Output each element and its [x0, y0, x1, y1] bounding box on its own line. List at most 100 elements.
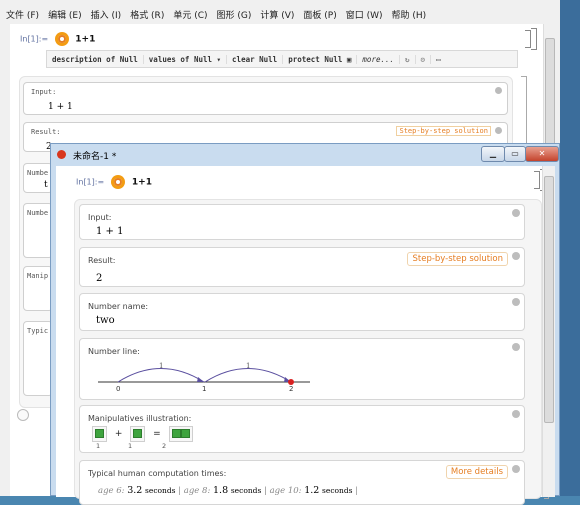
- protect-label: protect Null: [288, 54, 343, 64]
- manipulatives-pod: Manipulatives illustration: + = 1 1 2: [79, 405, 525, 453]
- more-button[interactable]: more...: [357, 54, 401, 64]
- input-expression: 1+1: [131, 177, 152, 188]
- menu-window[interactable]: 窗口 (W): [346, 8, 383, 21]
- menu-insert[interactable]: 插入 (I): [91, 8, 122, 21]
- green-block: [180, 429, 190, 438]
- add-cell-icon[interactable]: [17, 409, 29, 421]
- arc-label: 1: [159, 362, 163, 370]
- count-label: 1: [128, 442, 133, 450]
- menu-palettes[interactable]: 面板 (P): [303, 8, 336, 21]
- pod-options-icon[interactable]: [495, 127, 502, 134]
- pod-value: two: [96, 315, 115, 326]
- cell-bracket[interactable]: [531, 28, 537, 50]
- close-button[interactable]: ✕: [525, 146, 559, 162]
- time-unit: seconds: [230, 486, 262, 495]
- pod-title: Number name:: [88, 302, 149, 311]
- minimize-button[interactable]: ▁: [481, 146, 505, 162]
- pod-options-icon[interactable]: [512, 209, 520, 217]
- pod-value: 1 + 1: [96, 226, 124, 237]
- arc-label: 1: [246, 362, 250, 370]
- arc-0-to-1: [117, 368, 205, 383]
- pod-title: Manip: [27, 272, 49, 280]
- menu-evaluation[interactable]: 计算 (V): [260, 8, 294, 21]
- age-label: age 6:: [98, 486, 125, 496]
- pod-options-icon[interactable]: [512, 298, 520, 306]
- age-label: age 8:: [183, 486, 211, 496]
- menu-bar: 文件 (F) 编辑 (E) 插入 (I) 格式 (R) 单元 (C) 图形 (G…: [0, 6, 560, 22]
- pod-title: Result:: [88, 256, 116, 265]
- pod-title: Number line:: [88, 347, 140, 356]
- green-block: [133, 429, 143, 438]
- number-line-pod: Number line: 1 1 0 1 2: [79, 338, 525, 400]
- menu-graphics[interactable]: 图形 (G): [217, 8, 252, 21]
- scroll-thumb[interactable]: [544, 176, 554, 423]
- green-block: [95, 429, 104, 438]
- pod-options-icon[interactable]: [495, 87, 502, 94]
- pod-title: Input:: [31, 88, 57, 96]
- green-block: [171, 429, 181, 438]
- block-group-1: [92, 426, 107, 442]
- pod-title: Typical human computation times:: [88, 469, 227, 478]
- vertical-scrollbar[interactable]: [542, 166, 555, 497]
- pod-value: t: [44, 180, 48, 190]
- pod-title: Result:: [31, 128, 61, 136]
- pod-value: 1 + 1: [48, 102, 73, 112]
- bg-manipulatives-pod: Manip: [23, 266, 53, 311]
- pod-options-icon[interactable]: [512, 343, 520, 351]
- time-unit: seconds: [145, 486, 176, 495]
- pod-title: Numbe: [27, 209, 49, 217]
- in-label: In[1]:=: [20, 34, 49, 44]
- number-line-graphic: 1 1 0 1 2: [98, 362, 310, 393]
- pod-value: 2: [96, 273, 103, 284]
- block-group-1: [130, 426, 146, 442]
- description-button[interactable]: description of Null: [47, 54, 144, 64]
- time-value: 1.8: [213, 485, 229, 496]
- count-label: 2: [162, 442, 167, 450]
- time-value: 3.2: [127, 485, 143, 496]
- typical-times-pod: Typical human computation times: More de…: [79, 460, 525, 505]
- comment-icon[interactable]: ▭: [431, 55, 446, 64]
- pod-title: Manipulatives illustration:: [88, 414, 192, 423]
- manipulatives-graphic: + =: [92, 426, 193, 442]
- time-unit: seconds: [322, 486, 353, 495]
- menu-cell[interactable]: 单元 (C): [173, 8, 207, 21]
- suggestions-bar: description of Null values of Null ▾ cle…: [46, 50, 518, 68]
- bg-typical-times-pod: Typic: [23, 321, 53, 396]
- result-pod: Result: Step-by-step solution 2: [79, 247, 525, 287]
- menu-help[interactable]: 帮助 (H): [392, 8, 427, 21]
- pod-options-icon[interactable]: [512, 252, 520, 260]
- pod-options-icon[interactable]: [512, 465, 520, 473]
- gear-icon[interactable]: ⚙: [416, 54, 432, 64]
- equals-sign: =: [153, 429, 161, 439]
- bg-input-cell[interactable]: In[1]:= 1+1: [20, 32, 95, 46]
- input-cell[interactable]: In[1]:= 1+1: [76, 175, 152, 189]
- tick-label: 1: [202, 385, 206, 393]
- bg-number-name-pod: Numbe t: [23, 163, 53, 193]
- tick-label: 2: [289, 385, 293, 393]
- pod-title: Input:: [88, 213, 112, 222]
- age-label: age 10:: [269, 486, 302, 496]
- wolfram-alpha-icon: [54, 32, 69, 46]
- window-title: 未命名-1 *: [73, 152, 117, 162]
- menu-file[interactable]: 文件 (F): [6, 8, 39, 21]
- arc-1-to-2: [204, 368, 292, 383]
- plus-sign: +: [114, 429, 123, 439]
- bg-input-pod: Input: 1 + 1: [23, 82, 508, 115]
- step-by-step-button[interactable]: Step-by-step solution: [396, 126, 491, 136]
- clear-button[interactable]: clear Null: [227, 54, 284, 64]
- values-dropdown[interactable]: values of Null ▾: [144, 54, 228, 64]
- pod-options-icon[interactable]: [512, 410, 520, 418]
- step-by-step-button[interactable]: Step-by-step solution: [407, 252, 508, 266]
- time-value: 1.2: [304, 485, 320, 496]
- more-details-button[interactable]: More details: [445, 465, 508, 479]
- number-name-pod: Number name: two: [79, 293, 525, 331]
- values-label: values of Null: [148, 54, 213, 64]
- menu-edit[interactable]: 编辑 (E): [48, 8, 82, 21]
- desktop-strip: [560, 0, 580, 496]
- wolfram-alpha-icon: [111, 175, 126, 189]
- maximize-button[interactable]: ▭: [504, 146, 526, 162]
- menu-format[interactable]: 格式 (R): [130, 8, 164, 21]
- protect-button[interactable]: protect Null ▣: [283, 54, 358, 64]
- refresh-icon[interactable]: ↻: [400, 54, 416, 64]
- title-bar[interactable]: 未命名-1 * ▁ ▭ ✕: [51, 144, 559, 164]
